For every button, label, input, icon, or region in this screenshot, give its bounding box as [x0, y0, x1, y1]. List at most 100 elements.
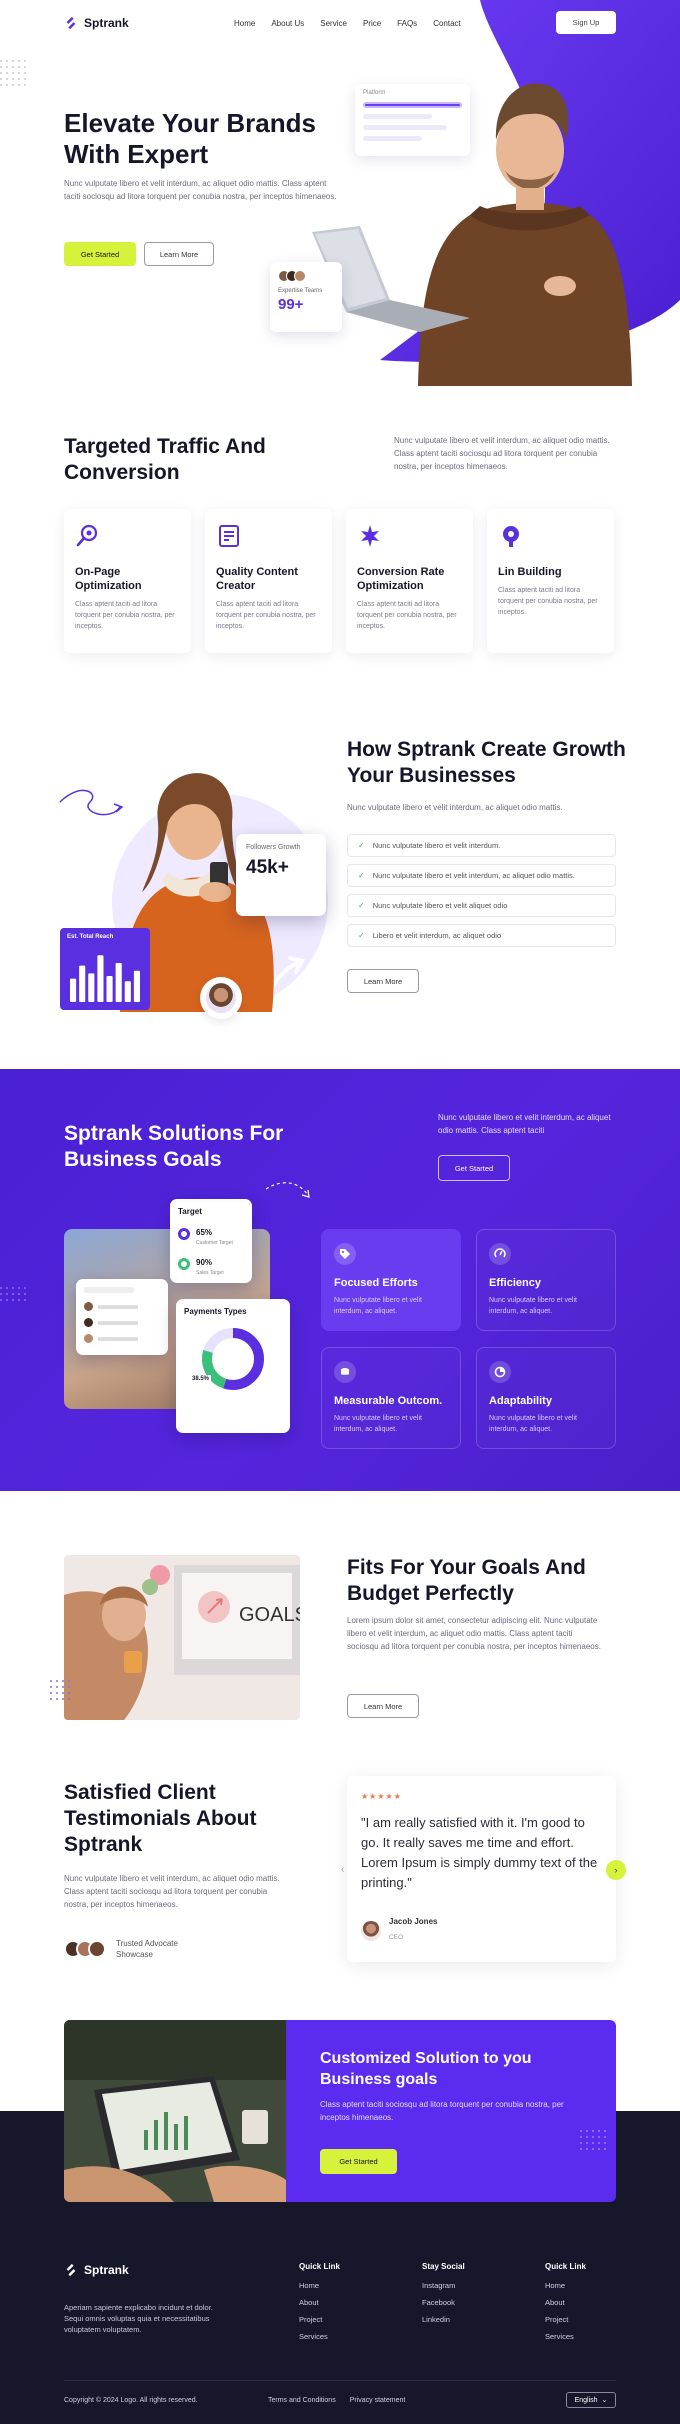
language-value: English	[574, 2396, 598, 2404]
chart-circle-icon	[489, 1361, 511, 1383]
dashed-arrow-icon	[265, 1182, 310, 1198]
expertise-label: Expertise Teams	[278, 288, 323, 294]
solution-card-title: Measurable Outcom.	[334, 1395, 443, 1407]
hero-description: Nunc vulputate libero et velit interdum,…	[64, 179, 337, 201]
service-card-text: Class aptent taciti ad litora torquent p…	[498, 587, 598, 616]
footer-column-quick-links: Quick Link Home About Project Services	[299, 2262, 340, 2349]
footer-link-linkedin[interactable]: Linkedin	[422, 2315, 465, 2324]
service-card[interactable]: Quality Content Creator Class aptent tac…	[205, 509, 332, 653]
brand-logo-icon	[66, 2263, 76, 2277]
get-started-button[interactable]: Get Started	[64, 242, 136, 266]
platform-bar	[363, 136, 423, 141]
footer-link-instagram[interactable]: Instagram	[422, 2281, 465, 2290]
privacy-link[interactable]: Privacy statement	[350, 2397, 406, 2404]
previous-arrow-icon[interactable]: ‹	[341, 1864, 344, 1875]
platform-bar	[363, 114, 433, 119]
nav-link-about[interactable]: About Us	[271, 19, 304, 28]
payments-value: 38.5%	[190, 1375, 212, 1383]
solution-card[interactable]: Measurable Outcom. Nunc vulputate libero…	[321, 1347, 461, 1449]
language-select[interactable]: English ⌄	[566, 2392, 616, 2408]
goals-photo: GOALS	[64, 1555, 300, 1720]
avatar	[294, 270, 306, 282]
trusted-label: Trusted Advocate Showcase	[116, 1939, 178, 1959]
terms-link[interactable]: Terms and Conditions	[268, 2397, 336, 2404]
service-card[interactable]: Conversion Rate Optimization Class apten…	[346, 509, 473, 653]
service-card[interactable]: On-Page Optimization Class aptent taciti…	[64, 509, 191, 653]
learn-more-button[interactable]: Learn More	[347, 1694, 419, 1718]
footer-link-home[interactable]: Home	[545, 2281, 586, 2290]
landing-page: Sptrank Home About Us Service Price FAQs…	[0, 0, 680, 2424]
footer-link-project[interactable]: Project	[299, 2315, 340, 2324]
cta-title: Customized Solution to you Business goal…	[320, 2050, 532, 2088]
solution-cards: Focused Efforts Nunc vulputate libero et…	[321, 1229, 616, 1449]
solution-card[interactable]: Focused Efforts Nunc vulputate libero et…	[321, 1229, 461, 1331]
solutions-title: Sptrank Solutions For Business Goals	[64, 1122, 284, 1171]
nav-link-service[interactable]: Service	[320, 19, 347, 28]
solution-card-text: Nunc vulputate libero et velit interdum,…	[334, 1415, 422, 1433]
solutions-description: Nunc vulputate libero et velit interdum,…	[438, 1113, 611, 1135]
expertise-card: Expertise Teams 99+	[270, 262, 342, 332]
nav-link-home[interactable]: Home	[234, 19, 255, 28]
brand-logo[interactable]: Sptrank	[64, 16, 129, 30]
nav-link-contact[interactable]: Contact	[433, 19, 461, 28]
author-name: Jacob Jones	[389, 1917, 438, 1926]
avatar	[84, 1302, 93, 1311]
footer-brand-logo[interactable]: Sptrank	[64, 2263, 129, 2277]
gauge-icon	[489, 1243, 511, 1265]
solutions-illustration: Target 65% Customer Target 90% Sales Targe…	[64, 1182, 314, 1449]
footer-link-about[interactable]: About	[545, 2298, 586, 2307]
fits-title: Fits For Your Goals And Budget Perfectly	[347, 1556, 586, 1605]
reach-bar	[88, 973, 95, 1002]
target-card: Target 65% Customer Target 90% Sales Targe…	[170, 1199, 252, 1283]
cta-description: Class aptent taciti sociosqu ad litora t…	[320, 2100, 564, 2122]
footer-column-title: Stay Social	[422, 2262, 465, 2271]
nav-link-price[interactable]: Price	[363, 19, 381, 28]
document-check-icon	[219, 525, 239, 547]
service-card[interactable]: Lin Building Class aptent taciti ad lito…	[487, 509, 614, 653]
trusted-advocates: Trusted Advocate Showcase	[64, 1938, 196, 1960]
footer-link-about[interactable]: About	[299, 2298, 340, 2307]
solution-card-title: Focused Efforts	[334, 1277, 418, 1289]
avatar	[361, 1920, 381, 1941]
service-card-title: Lin Building	[498, 566, 562, 578]
expertise-value: 99+	[278, 296, 304, 313]
get-started-button[interactable]: Get Started	[320, 2149, 397, 2174]
decorative-dots	[580, 2130, 606, 2150]
footer-link-home[interactable]: Home	[299, 2281, 340, 2290]
reach-bar	[115, 963, 122, 1002]
nav-link-faqs[interactable]: FAQs	[397, 19, 417, 28]
footer-link-services[interactable]: Services	[545, 2332, 586, 2341]
get-started-button[interactable]: Get Started	[438, 1155, 510, 1181]
platform-label: Platform	[363, 90, 386, 96]
solution-card[interactable]: Adaptability Nunc vulputate libero et ve…	[476, 1347, 616, 1449]
solution-card-text: Nunc vulputate libero et velit interdum,…	[489, 1415, 577, 1433]
sparkle-gear-icon	[361, 525, 379, 547]
reach-bar-chart	[70, 955, 140, 1002]
solution-card[interactable]: Efficiency Nunc vulputate libero et veli…	[476, 1229, 616, 1331]
goals-image-text: GOALS	[239, 1604, 300, 1626]
brand-logo-icon	[66, 16, 76, 30]
learn-more-button[interactable]: Learn More	[347, 969, 419, 993]
footer-link-services[interactable]: Services	[299, 2332, 340, 2341]
service-card-title: On-Page Optimization	[75, 566, 142, 592]
fits-description: Lorem ipsum dolor sit amet, consectetur …	[347, 1616, 601, 1651]
footer-link-project[interactable]: Project	[545, 2315, 586, 2324]
sign-up-button[interactable]: Sign Up	[556, 11, 616, 34]
magnifier-icon	[76, 524, 98, 547]
next-arrow-icon[interactable]: ›	[606, 1860, 626, 1880]
coins-icon	[334, 1361, 356, 1383]
decorative-dots	[50, 1680, 70, 1700]
author-role: CEO	[389, 1934, 404, 1941]
testimonial-quote: "I am really satisfied with it. I'm good…	[361, 1815, 598, 1890]
brand-name: Sptrank	[84, 16, 129, 30]
learn-more-button[interactable]: Learn More	[144, 242, 214, 266]
chevron-down-icon: ⌄	[601, 2397, 608, 2404]
footer-link-facebook[interactable]: Facebook	[422, 2298, 465, 2307]
footer-column-quick-links-2: Quick Link Home About Project Services	[545, 2262, 586, 2349]
solution-card-text: Nunc vulputate libero et velit interdum,…	[334, 1297, 422, 1315]
solution-card-text: Nunc vulputate libero et velit interdum,…	[489, 1297, 577, 1315]
advocate-avatars	[64, 1940, 106, 1958]
copyright-text: Copyright © 2024 Logo. All rights reserv…	[64, 2397, 198, 2404]
service-cards: On-Page Optimization Class aptent taciti…	[64, 509, 616, 653]
brand-name: Sptrank	[84, 2263, 129, 2277]
